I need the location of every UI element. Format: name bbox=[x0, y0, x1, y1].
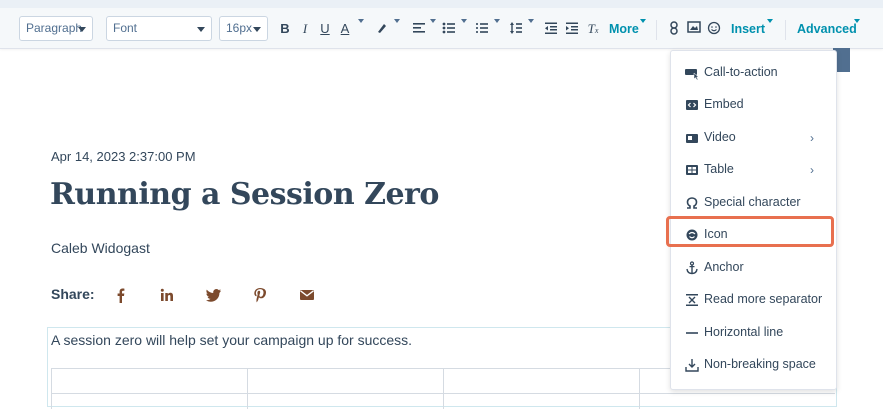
font-family-value: Font bbox=[113, 21, 138, 35]
align-left-icon bbox=[413, 23, 425, 33]
more-button[interactable]: More bbox=[609, 18, 639, 40]
menu-item-special-character[interactable]: Special character bbox=[671, 187, 836, 219]
bold-button[interactable]: B bbox=[278, 18, 292, 40]
emoji-button[interactable] bbox=[707, 18, 721, 40]
menu-item-table[interactable]: Table › bbox=[671, 154, 836, 186]
numbered-list-button[interactable] bbox=[475, 18, 489, 40]
email-icon[interactable] bbox=[299, 287, 315, 303]
cta-icon bbox=[685, 69, 699, 80]
line-height-icon bbox=[510, 22, 522, 34]
menu-item-horizontal-line[interactable]: Horizontal line bbox=[671, 317, 836, 349]
post-title[interactable]: Running a Session Zero bbox=[50, 177, 439, 212]
table-column-border bbox=[639, 369, 640, 409]
toolbar-divider bbox=[785, 20, 786, 40]
table-icon bbox=[686, 165, 698, 175]
image-icon bbox=[687, 21, 701, 33]
table-column-border bbox=[247, 369, 248, 409]
image-button[interactable] bbox=[687, 18, 701, 40]
highlight-color-button[interactable] bbox=[374, 18, 390, 40]
text-color-button[interactable]: A bbox=[338, 18, 352, 40]
editor-toolbar: Paragraph Font 16px B I U A Tx More Inse… bbox=[0, 8, 883, 49]
top-strip bbox=[0, 0, 883, 8]
chevron-down-icon bbox=[461, 19, 467, 23]
menu-item-anchor[interactable]: Anchor bbox=[671, 252, 836, 284]
paragraph-format-select[interactable]: Paragraph bbox=[19, 16, 93, 41]
twitter-icon[interactable] bbox=[206, 287, 222, 303]
omega-icon bbox=[686, 197, 698, 209]
linkedin-icon[interactable] bbox=[159, 287, 175, 303]
anchor-icon bbox=[686, 261, 698, 275]
post-body-text[interactable]: A session zero will help set your campai… bbox=[51, 332, 412, 348]
font-size-value: 16px bbox=[226, 21, 253, 35]
chevron-down-icon bbox=[528, 19, 534, 23]
menu-item-embed[interactable]: Embed bbox=[671, 89, 836, 121]
menu-item-label: Embed bbox=[704, 97, 744, 111]
menu-item-call-to-action[interactable]: Call-to-action bbox=[671, 57, 836, 89]
read-more-icon bbox=[686, 294, 698, 306]
advanced-button[interactable]: Advanced bbox=[797, 18, 857, 40]
chevron-down-icon bbox=[253, 27, 261, 32]
chevron-down-icon bbox=[767, 19, 773, 23]
nbsp-icon bbox=[685, 359, 699, 372]
more-label: More bbox=[609, 22, 639, 36]
table-column-border bbox=[443, 369, 444, 409]
pinterest-icon[interactable] bbox=[252, 287, 268, 303]
menu-item-label: Non-breaking space bbox=[704, 357, 816, 371]
chevron-right-icon: › bbox=[810, 163, 814, 177]
chevron-down-icon bbox=[197, 27, 205, 32]
outdent-button[interactable] bbox=[544, 18, 558, 40]
chevron-down-icon bbox=[430, 19, 436, 23]
toolbar-divider bbox=[656, 20, 657, 40]
chevron-down-icon bbox=[78, 27, 86, 32]
horizontal-line-icon bbox=[686, 332, 698, 334]
chevron-down-icon bbox=[640, 19, 646, 23]
post-author: Caleb Widogast bbox=[51, 240, 150, 256]
align-button[interactable] bbox=[412, 18, 426, 40]
bullet-list-button[interactable] bbox=[442, 18, 456, 40]
insert-label: Insert bbox=[731, 22, 766, 36]
menu-item-label: Video bbox=[704, 130, 736, 144]
highlight-box bbox=[666, 216, 834, 247]
numbered-list-icon bbox=[476, 23, 488, 33]
menu-item-video[interactable]: Video › bbox=[671, 122, 836, 154]
menu-item-label: Call-to-action bbox=[704, 65, 778, 79]
chevron-down-icon bbox=[358, 19, 364, 23]
indent-icon bbox=[566, 22, 578, 34]
menu-item-label: Anchor bbox=[704, 260, 744, 274]
facebook-icon[interactable] bbox=[113, 287, 129, 303]
bullet-list-icon bbox=[442, 22, 455, 34]
share-label: Share: bbox=[51, 286, 95, 302]
chevron-down-icon bbox=[394, 19, 400, 23]
clear-formatting-button[interactable]: Tx bbox=[586, 18, 600, 40]
menu-item-label: Table bbox=[704, 162, 734, 176]
chevron-down-icon bbox=[854, 19, 860, 23]
font-family-select[interactable]: Font bbox=[106, 16, 212, 41]
menu-item-label: Horizontal line bbox=[704, 325, 784, 339]
menu-item-non-breaking-space[interactable]: Non-breaking space bbox=[671, 349, 836, 381]
insert-button[interactable]: Insert bbox=[731, 18, 765, 40]
table-column-border bbox=[51, 369, 52, 409]
highlighter-icon bbox=[378, 24, 386, 33]
outdent-icon bbox=[545, 22, 557, 34]
line-height-button[interactable] bbox=[508, 18, 524, 40]
embed-icon bbox=[686, 100, 698, 110]
chevron-down-icon bbox=[494, 19, 500, 23]
chevron-right-icon: › bbox=[810, 131, 814, 145]
indent-button[interactable] bbox=[565, 18, 579, 40]
link-button[interactable] bbox=[668, 18, 680, 40]
menu-item-label: Read more separator bbox=[704, 292, 823, 306]
paragraph-format-value: Paragraph bbox=[26, 21, 83, 35]
link-icon bbox=[670, 21, 678, 35]
menu-item-read-more-separator[interactable]: Read more separator bbox=[671, 284, 836, 316]
video-icon bbox=[686, 134, 698, 143]
underline-button[interactable]: U bbox=[318, 18, 332, 40]
table-row-border bbox=[51, 393, 835, 394]
italic-button[interactable]: I bbox=[298, 18, 312, 40]
font-size-select[interactable]: 16px bbox=[219, 16, 268, 41]
menu-item-label: Special character bbox=[704, 195, 801, 209]
smiley-icon bbox=[707, 21, 721, 35]
advanced-label: Advanced bbox=[797, 22, 857, 36]
post-date: Apr 14, 2023 2:37:00 PM bbox=[51, 149, 196, 164]
